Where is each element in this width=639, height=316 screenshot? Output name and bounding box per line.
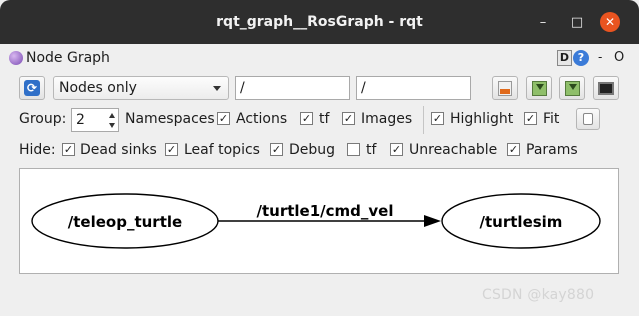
graph-svg: /teleop_turtle /turtle1/cmd_vel /turtles… — [31, 193, 601, 249]
close-icon[interactable]: ✕ — [600, 12, 620, 32]
fit-checkbox[interactable]: ✓ — [524, 112, 537, 125]
spin-down-icon[interactable] — [109, 123, 115, 128]
edge-cmd-vel-label: /turtle1/cmd_vel — [257, 202, 394, 220]
refresh-icon: ⟳ — [24, 80, 40, 96]
node-turtlesim-label: /turtlesim — [480, 213, 563, 231]
save-icon — [531, 80, 547, 96]
dock-button[interactable]: D — [557, 50, 572, 66]
spin-up-icon[interactable] — [109, 113, 115, 118]
unreachable-checkbox[interactable]: ✓ — [390, 143, 403, 156]
maximize-icon[interactable]: □ — [568, 13, 586, 31]
group-options-row: Group: 2 Namespaces ✓ Actions ✓ tf ✓ Ima… — [19, 106, 629, 134]
topic-filter-input[interactable]: / — [356, 76, 471, 100]
debug-label: Debug — [289, 142, 336, 158]
save-image-button[interactable] — [593, 76, 619, 100]
watermark: CSDN @kay880 — [482, 287, 595, 303]
save-icon — [564, 80, 580, 96]
chevron-down-icon — [213, 86, 221, 91]
dead-sinks-label: Dead sinks — [80, 142, 157, 158]
image-icon — [598, 81, 614, 95]
folder-open-icon — [498, 80, 512, 96]
actions-checkbox[interactable]: ✓ — [217, 112, 230, 125]
params-label: Params — [526, 142, 578, 158]
save-dot-button[interactable] — [526, 76, 552, 100]
graph-canvas[interactable]: /teleop_turtle /turtle1/cmd_vel /turtles… — [19, 168, 619, 274]
actions-label: Actions — [236, 111, 288, 127]
namespaces-label: Namespaces — [125, 111, 215, 127]
group-label: Group: — [19, 111, 67, 127]
group-spinbox[interactable]: 2 — [71, 108, 119, 132]
help-icon[interactable]: ? — [573, 50, 589, 66]
tf-group-label: tf — [319, 111, 330, 127]
node-graph-icon — [9, 51, 23, 65]
title-bar[interactable]: rqt_graph__RosGraph - rqt – □ ✕ — [0, 0, 639, 44]
tf-group-checkbox[interactable]: ✓ — [300, 112, 313, 125]
fit-view-icon — [583, 113, 593, 125]
fit-label: Fit — [543, 111, 560, 127]
save-svg-button[interactable] — [559, 76, 585, 100]
tf-hide-label: tf — [366, 142, 377, 158]
images-label: Images — [361, 111, 413, 127]
hide-options-row: Hide: ✓ Dead sinks ✓ Leaf topics ✓ Debug… — [19, 139, 629, 161]
params-checkbox[interactable]: ✓ — [507, 143, 520, 156]
fit-in-view-button[interactable] — [576, 108, 600, 130]
unreachable-label: Unreachable — [409, 142, 498, 158]
minimize-plugin-button[interactable]: - — [598, 50, 602, 64]
separator — [423, 106, 424, 134]
graph-mode-value: Nodes only — [59, 80, 137, 96]
namespace-filter-input[interactable]: / — [235, 76, 350, 100]
debug-checkbox[interactable]: ✓ — [270, 143, 283, 156]
highlight-label: Highlight — [450, 111, 514, 127]
leaf-topics-checkbox[interactable]: ✓ — [165, 143, 178, 156]
group-value: 2 — [76, 112, 85, 128]
hide-label: Hide: — [19, 142, 56, 158]
minimize-icon[interactable]: – — [534, 13, 552, 31]
dead-sinks-checkbox[interactable]: ✓ — [62, 143, 75, 156]
refresh-button[interactable]: ⟳ — [19, 76, 45, 100]
close-plugin-button[interactable]: O — [614, 50, 624, 65]
highlight-checkbox[interactable]: ✓ — [431, 112, 444, 125]
images-checkbox[interactable]: ✓ — [342, 112, 355, 125]
load-dot-button[interactable] — [492, 76, 518, 100]
plugin-header: Node Graph D ? - O — [8, 48, 631, 70]
leaf-topics-label: Leaf topics — [184, 142, 260, 158]
graph-mode-select[interactable]: Nodes only — [53, 76, 229, 100]
rqt-window: rqt_graph__RosGraph - rqt – □ ✕ Node Gra… — [0, 0, 639, 316]
edge-arrowhead-icon — [424, 215, 441, 227]
tf-hide-checkbox[interactable] — [347, 143, 360, 156]
node-teleop-turtle-label: /teleop_turtle — [68, 213, 182, 231]
plugin-title: Node Graph — [26, 50, 110, 66]
